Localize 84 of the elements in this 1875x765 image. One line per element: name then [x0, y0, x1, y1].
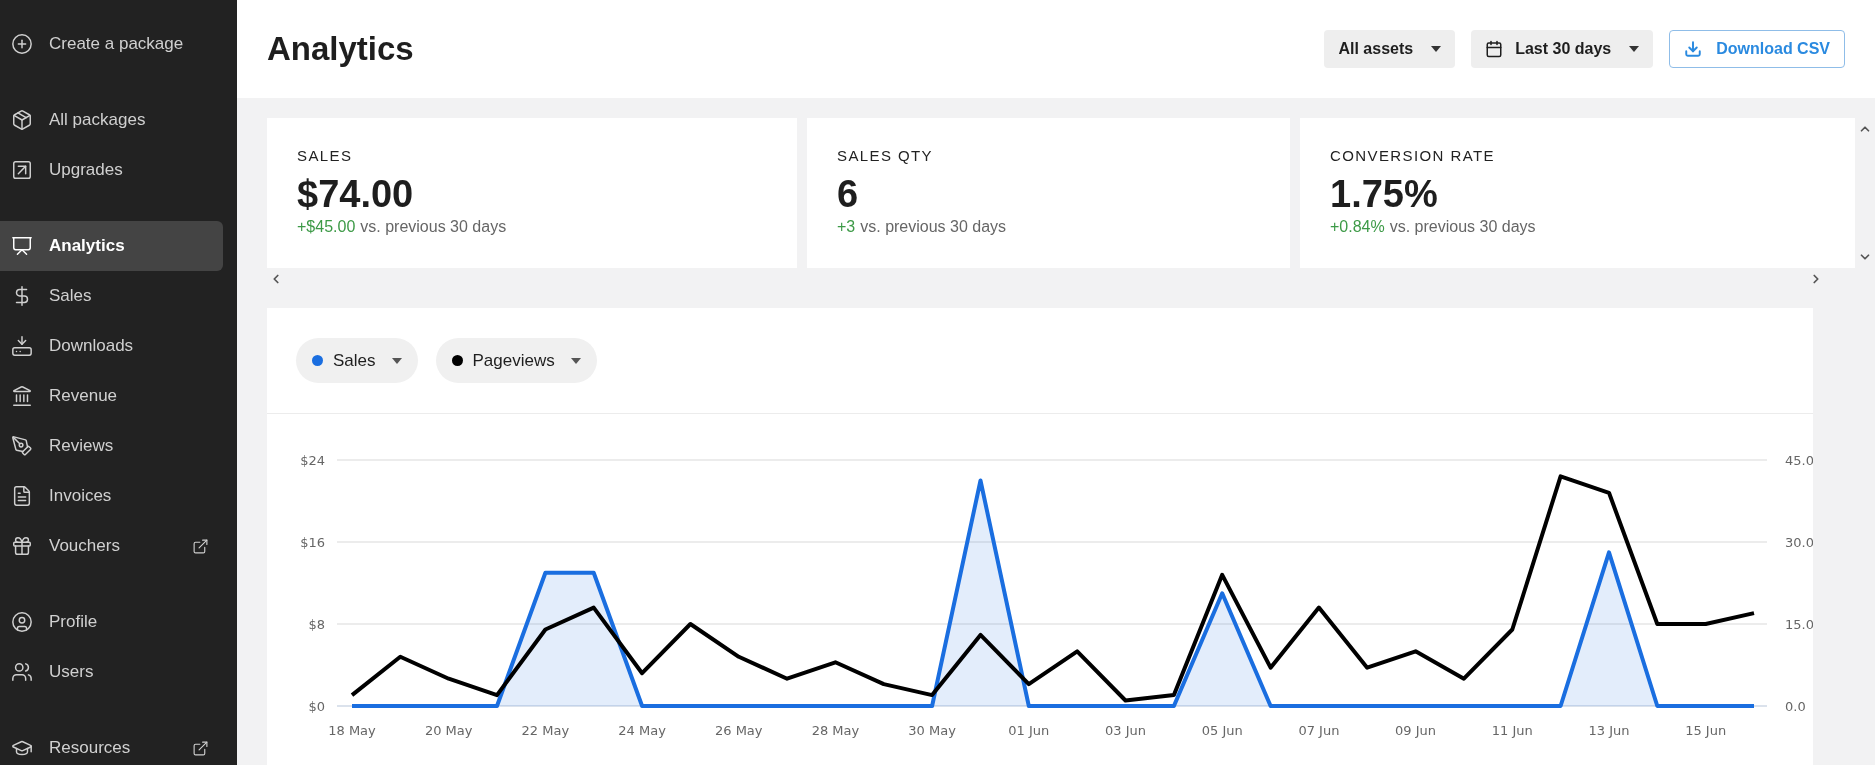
axis-label: 22 May	[521, 723, 570, 738]
tray-download-icon	[11, 335, 33, 357]
sidebar-item[interactable]: Invoices	[0, 471, 223, 521]
sidebar-item[interactable]: Profile	[0, 597, 223, 647]
users-icon	[11, 661, 33, 683]
stat-change: +0.84%	[1330, 218, 1385, 236]
sidebar-item[interactable]: Downloads	[0, 321, 223, 371]
bank-icon	[11, 385, 33, 407]
page-title: Analytics	[267, 30, 415, 68]
stat-value: 6	[837, 172, 860, 216]
axis-label: 09 Jun	[1395, 723, 1437, 738]
axis-label: 24 May	[618, 723, 666, 738]
axis-label: 45.0	[1785, 453, 1813, 468]
calendar-icon	[1485, 40, 1504, 58]
sidebar-item-label: All packages	[49, 110, 147, 130]
caret-icon	[570, 357, 581, 364]
sidebar-item-label: Profile	[49, 612, 99, 632]
sidebar-item-label: Resources	[49, 738, 132, 758]
stat-change: +3	[837, 218, 856, 236]
filter-dropdown[interactable]: Last 30 days	[1471, 30, 1654, 68]
axis-label: $16	[300, 535, 325, 550]
series-toggle[interactable]: Pageviews	[435, 338, 597, 383]
axis-label: 30.0	[1785, 535, 1813, 550]
sidebar-item-label: Sales	[49, 286, 93, 306]
sidebar-item[interactable]: Upgrades	[0, 145, 223, 195]
stat-comparison: vs. previous 30 days	[1389, 218, 1536, 236]
caret-icon	[391, 357, 402, 364]
sidebar-item-label: Users	[49, 662, 95, 682]
axis-label: 07 Jun	[1298, 723, 1340, 738]
sidebar-item[interactable]: Sales	[0, 271, 223, 321]
sidebar-item[interactable]: Vouchers	[0, 521, 223, 571]
plus-circle-icon	[11, 33, 33, 55]
axis-label: 13 Jun	[1588, 723, 1630, 738]
axis-label: 30 May	[908, 723, 956, 738]
stat-label: SALES	[297, 147, 354, 164]
sidebar-item[interactable]: Resources	[0, 723, 223, 765]
axis-label: 03 Jun	[1105, 723, 1146, 738]
axis-label: 26 May	[715, 723, 763, 738]
document-icon	[11, 485, 33, 507]
sidebar-item[interactable]: All packages	[0, 95, 223, 145]
axis-label: $0	[308, 699, 325, 714]
stat-comparison: vs. previous 30 days	[360, 218, 507, 236]
sidebar-item-label: Upgrades	[49, 160, 124, 180]
stat-label: CONVERSION RATE	[1330, 147, 1496, 164]
stat-change: +$45.00	[297, 218, 356, 236]
caret-icon	[1431, 46, 1442, 52]
sidebar-item-label: Vouchers	[49, 536, 121, 556]
sidebar-item-label: Downloads	[49, 336, 135, 356]
box-icon	[11, 109, 33, 131]
download-csv-button[interactable]: Download CSV	[1669, 30, 1845, 68]
axis-label: $24	[300, 453, 325, 468]
axis-label: 05 Jun	[1201, 723, 1243, 738]
axis-label: 28 May	[811, 723, 860, 738]
pen-icon	[11, 435, 33, 457]
sidebar-item-label: Revenue	[49, 386, 119, 406]
sidebar-item-label: Analytics	[49, 236, 126, 256]
sidebar-item[interactable]: Revenue	[0, 371, 223, 421]
gift-icon	[11, 535, 33, 557]
sidebar-item[interactable]: Users	[0, 647, 223, 697]
axis-label: 01 Jun	[1008, 723, 1050, 738]
sidebar-item-label: Reviews	[49, 436, 115, 456]
axis-label: 15 Jun	[1685, 723, 1727, 738]
presentation-icon	[11, 235, 33, 257]
axis-label: $8	[308, 617, 325, 632]
axis-label: 20 May	[424, 723, 473, 738]
axis-label: 18 May	[328, 723, 376, 738]
filter-dropdown[interactable]: All assets	[1324, 30, 1456, 68]
user-circle-icon	[11, 611, 33, 633]
sidebar-item-label: Create a package	[49, 34, 185, 54]
axis-label: 0.0	[1785, 699, 1806, 714]
arrow-square-icon	[11, 159, 33, 181]
download-icon	[1684, 40, 1703, 58]
sidebar-item-label: Invoices	[49, 486, 113, 506]
caret-icon	[1629, 46, 1640, 52]
axis-label: 15.0	[1785, 617, 1813, 632]
stat-value: $74.00	[297, 172, 415, 216]
stat-label: SALES QTY	[837, 147, 934, 164]
series-toggle[interactable]: Sales	[296, 338, 418, 383]
sidebar-item[interactable]: Reviews	[0, 421, 223, 471]
stat-value: 1.75%	[1330, 172, 1439, 216]
sidebar-item[interactable]: Analytics	[0, 221, 223, 271]
axis-label: 11 Jun	[1491, 723, 1533, 738]
sidebar-item[interactable]: Create a package	[0, 19, 223, 69]
stat-comparison: vs. previous 30 days	[860, 218, 1007, 236]
